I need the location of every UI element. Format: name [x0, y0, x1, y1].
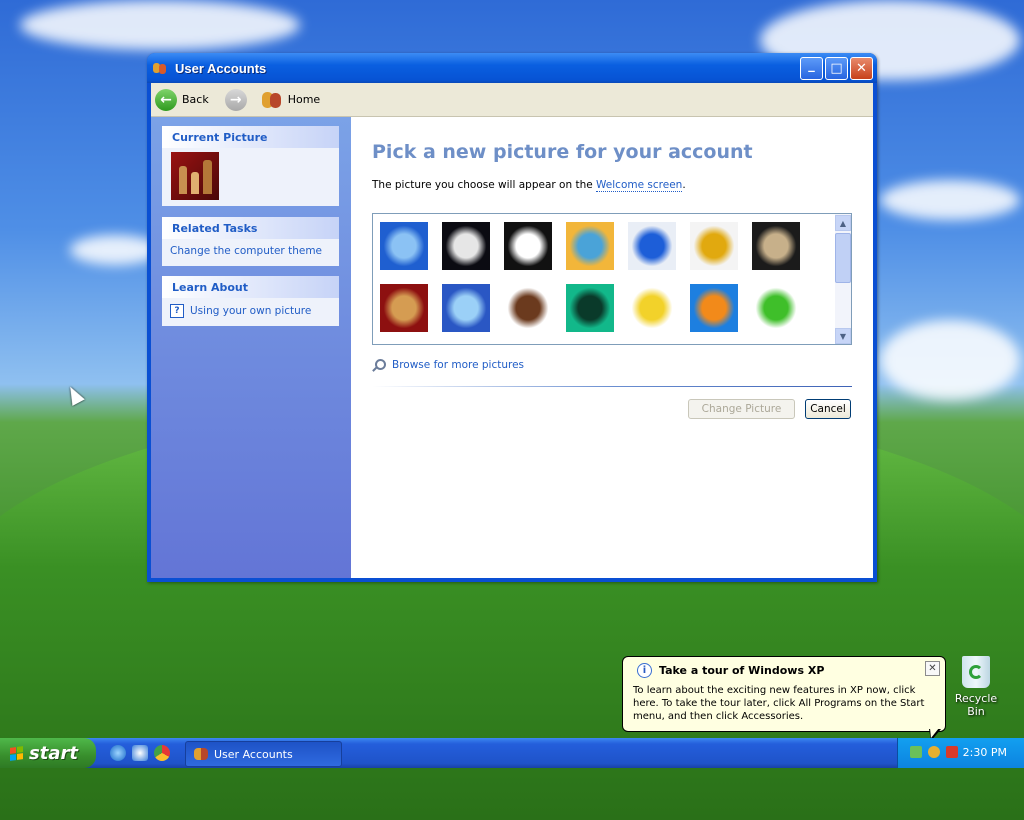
picture-chess[interactable] — [380, 284, 428, 332]
user-accounts-icon — [153, 61, 169, 75]
window-title: User Accounts — [175, 60, 267, 76]
recycle-bin-icon — [962, 656, 990, 688]
home-label: Home — [287, 93, 321, 106]
internet-explorer-icon[interactable] — [110, 745, 126, 761]
current-picture-box: Current Picture — [162, 126, 339, 206]
picture-list-scrollbar[interactable]: ▲ ▼ — [835, 214, 851, 344]
back-label: Back — [182, 93, 209, 106]
picture-fish[interactable] — [690, 284, 738, 332]
scroll-up-icon[interactable]: ▲ — [835, 215, 851, 231]
back-arrow-icon: ← — [155, 88, 177, 111]
description-suffix: . — [682, 179, 686, 191]
own-picture-label: Using your own picture — [190, 305, 312, 317]
home-users-icon — [261, 90, 283, 110]
picture-dog[interactable] — [504, 284, 552, 332]
current-picture-header: Current Picture — [162, 126, 339, 148]
media-player-icon[interactable] — [132, 745, 148, 761]
task-pane: Current Picture Related Tasks Change the… — [151, 117, 351, 578]
tour-balloon[interactable]: i Take a tour of Windows XP ✕ To learn a… — [622, 656, 946, 741]
page-title: Pick a new picture for your account — [372, 141, 753, 163]
change-theme-link[interactable]: Change the computer theme — [162, 239, 339, 263]
minimize-icon: _ — [808, 57, 815, 73]
picture-drip[interactable] — [566, 284, 614, 332]
recycle-bin[interactable]: Recycle Bin — [946, 656, 1006, 718]
picture-astronaut[interactable] — [442, 222, 490, 270]
description-prefix: The picture you choose will appear on th… — [372, 179, 597, 191]
browse-pictures-link[interactable]: Browse for more pictures — [372, 359, 525, 372]
picture-soccer-ball[interactable] — [504, 222, 552, 270]
welcome-screen-link[interactable]: Welcome screen — [596, 179, 683, 192]
home-button[interactable]: Home — [261, 90, 320, 110]
picture-car[interactable] — [690, 222, 738, 270]
magnifier-icon — [372, 359, 386, 372]
picture-owl[interactable] — [752, 222, 800, 270]
client-area: Current Picture Related Tasks Change the… — [151, 117, 873, 578]
picture-beach-chair[interactable] — [566, 222, 614, 270]
close-icon: ✕ — [856, 60, 867, 76]
network-icon[interactable] — [910, 746, 922, 758]
minimize-button[interactable]: _ — [800, 56, 823, 80]
taskbar-item-label: User Accounts — [214, 747, 293, 761]
maximize-button[interactable]: □ — [825, 56, 848, 80]
own-picture-link[interactable]: ? Using your own picture — [162, 298, 339, 324]
mouse-cursor-icon — [64, 383, 85, 406]
balloon-title: Take a tour of Windows XP — [659, 664, 825, 677]
start-label: start — [29, 742, 78, 764]
divider — [372, 386, 852, 387]
picture-dirt-bike[interactable] — [442, 284, 490, 332]
learn-about-box: Learn About ? Using your own picture — [162, 276, 339, 326]
picture-frog[interactable] — [752, 284, 800, 332]
chrome-icon[interactable] — [154, 745, 170, 761]
clock: 2:30 PM — [962, 746, 1007, 759]
picture-list: ▲ ▼ — [372, 213, 852, 345]
balloon-tail-fill — [930, 728, 939, 738]
picture-duck[interactable] — [628, 284, 676, 332]
maximize-icon: □ — [830, 60, 843, 76]
taskbar: start User Accounts 2:30 PM — [0, 738, 1024, 768]
tour-tray-icon[interactable] — [928, 746, 940, 758]
user-accounts-task-icon — [194, 748, 208, 760]
learn-about-header: Learn About — [162, 276, 339, 298]
forward-button[interactable]: → — [224, 88, 247, 111]
info-icon: i — [637, 663, 652, 678]
description-text: The picture you choose will appear on th… — [372, 179, 686, 192]
scroll-thumb[interactable] — [835, 233, 851, 283]
picture-airplane[interactable] — [380, 222, 428, 270]
start-button[interactable]: start — [0, 738, 96, 768]
title-bar[interactable]: User Accounts _ □ ✕ — [147, 53, 877, 83]
recycle-bin-label: Recycle Bin — [954, 692, 998, 718]
taskbar-item-user-accounts[interactable]: User Accounts — [185, 741, 342, 767]
related-tasks-box: Related Tasks Change the computer theme — [162, 217, 339, 266]
current-picture-thumbnail — [171, 152, 219, 200]
browse-pictures-label: Browse for more pictures — [392, 359, 525, 371]
system-tray: 2:30 PM — [897, 738, 1024, 768]
balloon-close-button[interactable]: ✕ — [925, 661, 940, 676]
cancel-button[interactable]: Cancel — [805, 399, 851, 419]
security-alert-icon[interactable] — [946, 746, 958, 758]
balloon-body: To learn about the exciting new features… — [633, 685, 925, 722]
picture-butterfly[interactable] — [628, 222, 676, 270]
back-button[interactable]: ← Back — [155, 88, 209, 111]
close-button[interactable]: ✕ — [850, 56, 873, 80]
related-tasks-header: Related Tasks — [162, 217, 339, 239]
scroll-down-icon[interactable]: ▼ — [835, 328, 851, 344]
toolbar: ← Back → Home — [151, 83, 873, 117]
windows-logo-icon — [10, 745, 23, 761]
help-icon: ? — [170, 304, 184, 318]
change-picture-button[interactable]: Change Picture — [688, 399, 795, 419]
user-accounts-window: User Accounts _ □ ✕ ← Back → Home Curren… — [147, 53, 877, 582]
